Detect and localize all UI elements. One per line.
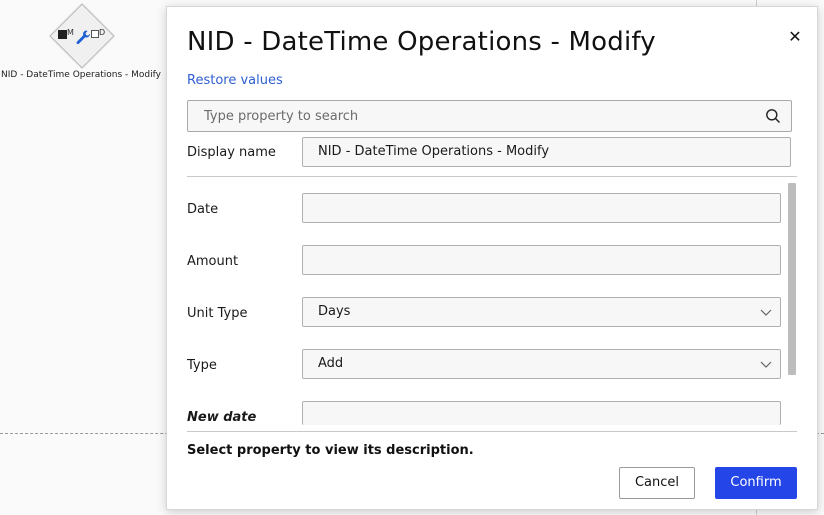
new-date-label: New date <box>187 410 257 425</box>
property-search-input[interactable] <box>188 101 764 131</box>
display-name-field[interactable]: NID - DateTime Operations - Modify <box>302 137 791 167</box>
confirm-button[interactable]: Confirm <box>715 467 797 499</box>
unit-type-label: Unit Type <box>187 306 248 321</box>
type-value: Add <box>318 356 344 371</box>
unit-type-value: Days <box>318 304 351 319</box>
type-label: Type <box>187 358 217 373</box>
node-checkbox-icon <box>58 30 67 39</box>
type-select[interactable]: Add <box>302 349 781 379</box>
node-check-label: M <box>67 28 74 37</box>
node-box-icon <box>91 30 99 38</box>
chevron-down-icon <box>760 361 772 368</box>
close-icon: ✕ <box>788 27 802 46</box>
node-caption: NID - DateTime Operations - Modify <box>1 70 161 80</box>
node-box-label: D <box>99 28 106 37</box>
date-label: Date <box>187 202 219 217</box>
chevron-down-icon <box>760 309 772 316</box>
workflow-node[interactable]: M D <box>49 3 115 69</box>
new-date-field[interactable] <box>302 401 781 425</box>
amount-field[interactable] <box>302 245 781 275</box>
cancel-button[interactable]: Cancel <box>619 467 695 499</box>
property-description: Select property to view its description. <box>187 443 474 458</box>
restore-values-link[interactable]: Restore values <box>187 73 283 88</box>
date-field[interactable] <box>302 193 781 223</box>
section-divider <box>187 176 797 177</box>
dialog-title: NID - DateTime Operations - Modify <box>187 27 656 57</box>
unit-type-select[interactable]: Days <box>302 297 781 327</box>
amount-label: Amount <box>187 254 239 269</box>
section-divider <box>187 431 797 432</box>
display-name-label: Display name <box>187 145 276 160</box>
wrench-icon <box>76 30 90 45</box>
close-button[interactable]: ✕ <box>785 27 805 47</box>
properties-scrollbar[interactable] <box>788 183 796 375</box>
properties-dialog: NID - DateTime Operations - Modify ✕ Res… <box>166 6 818 510</box>
property-search-box <box>187 100 792 132</box>
search-icon[interactable] <box>765 108 781 124</box>
